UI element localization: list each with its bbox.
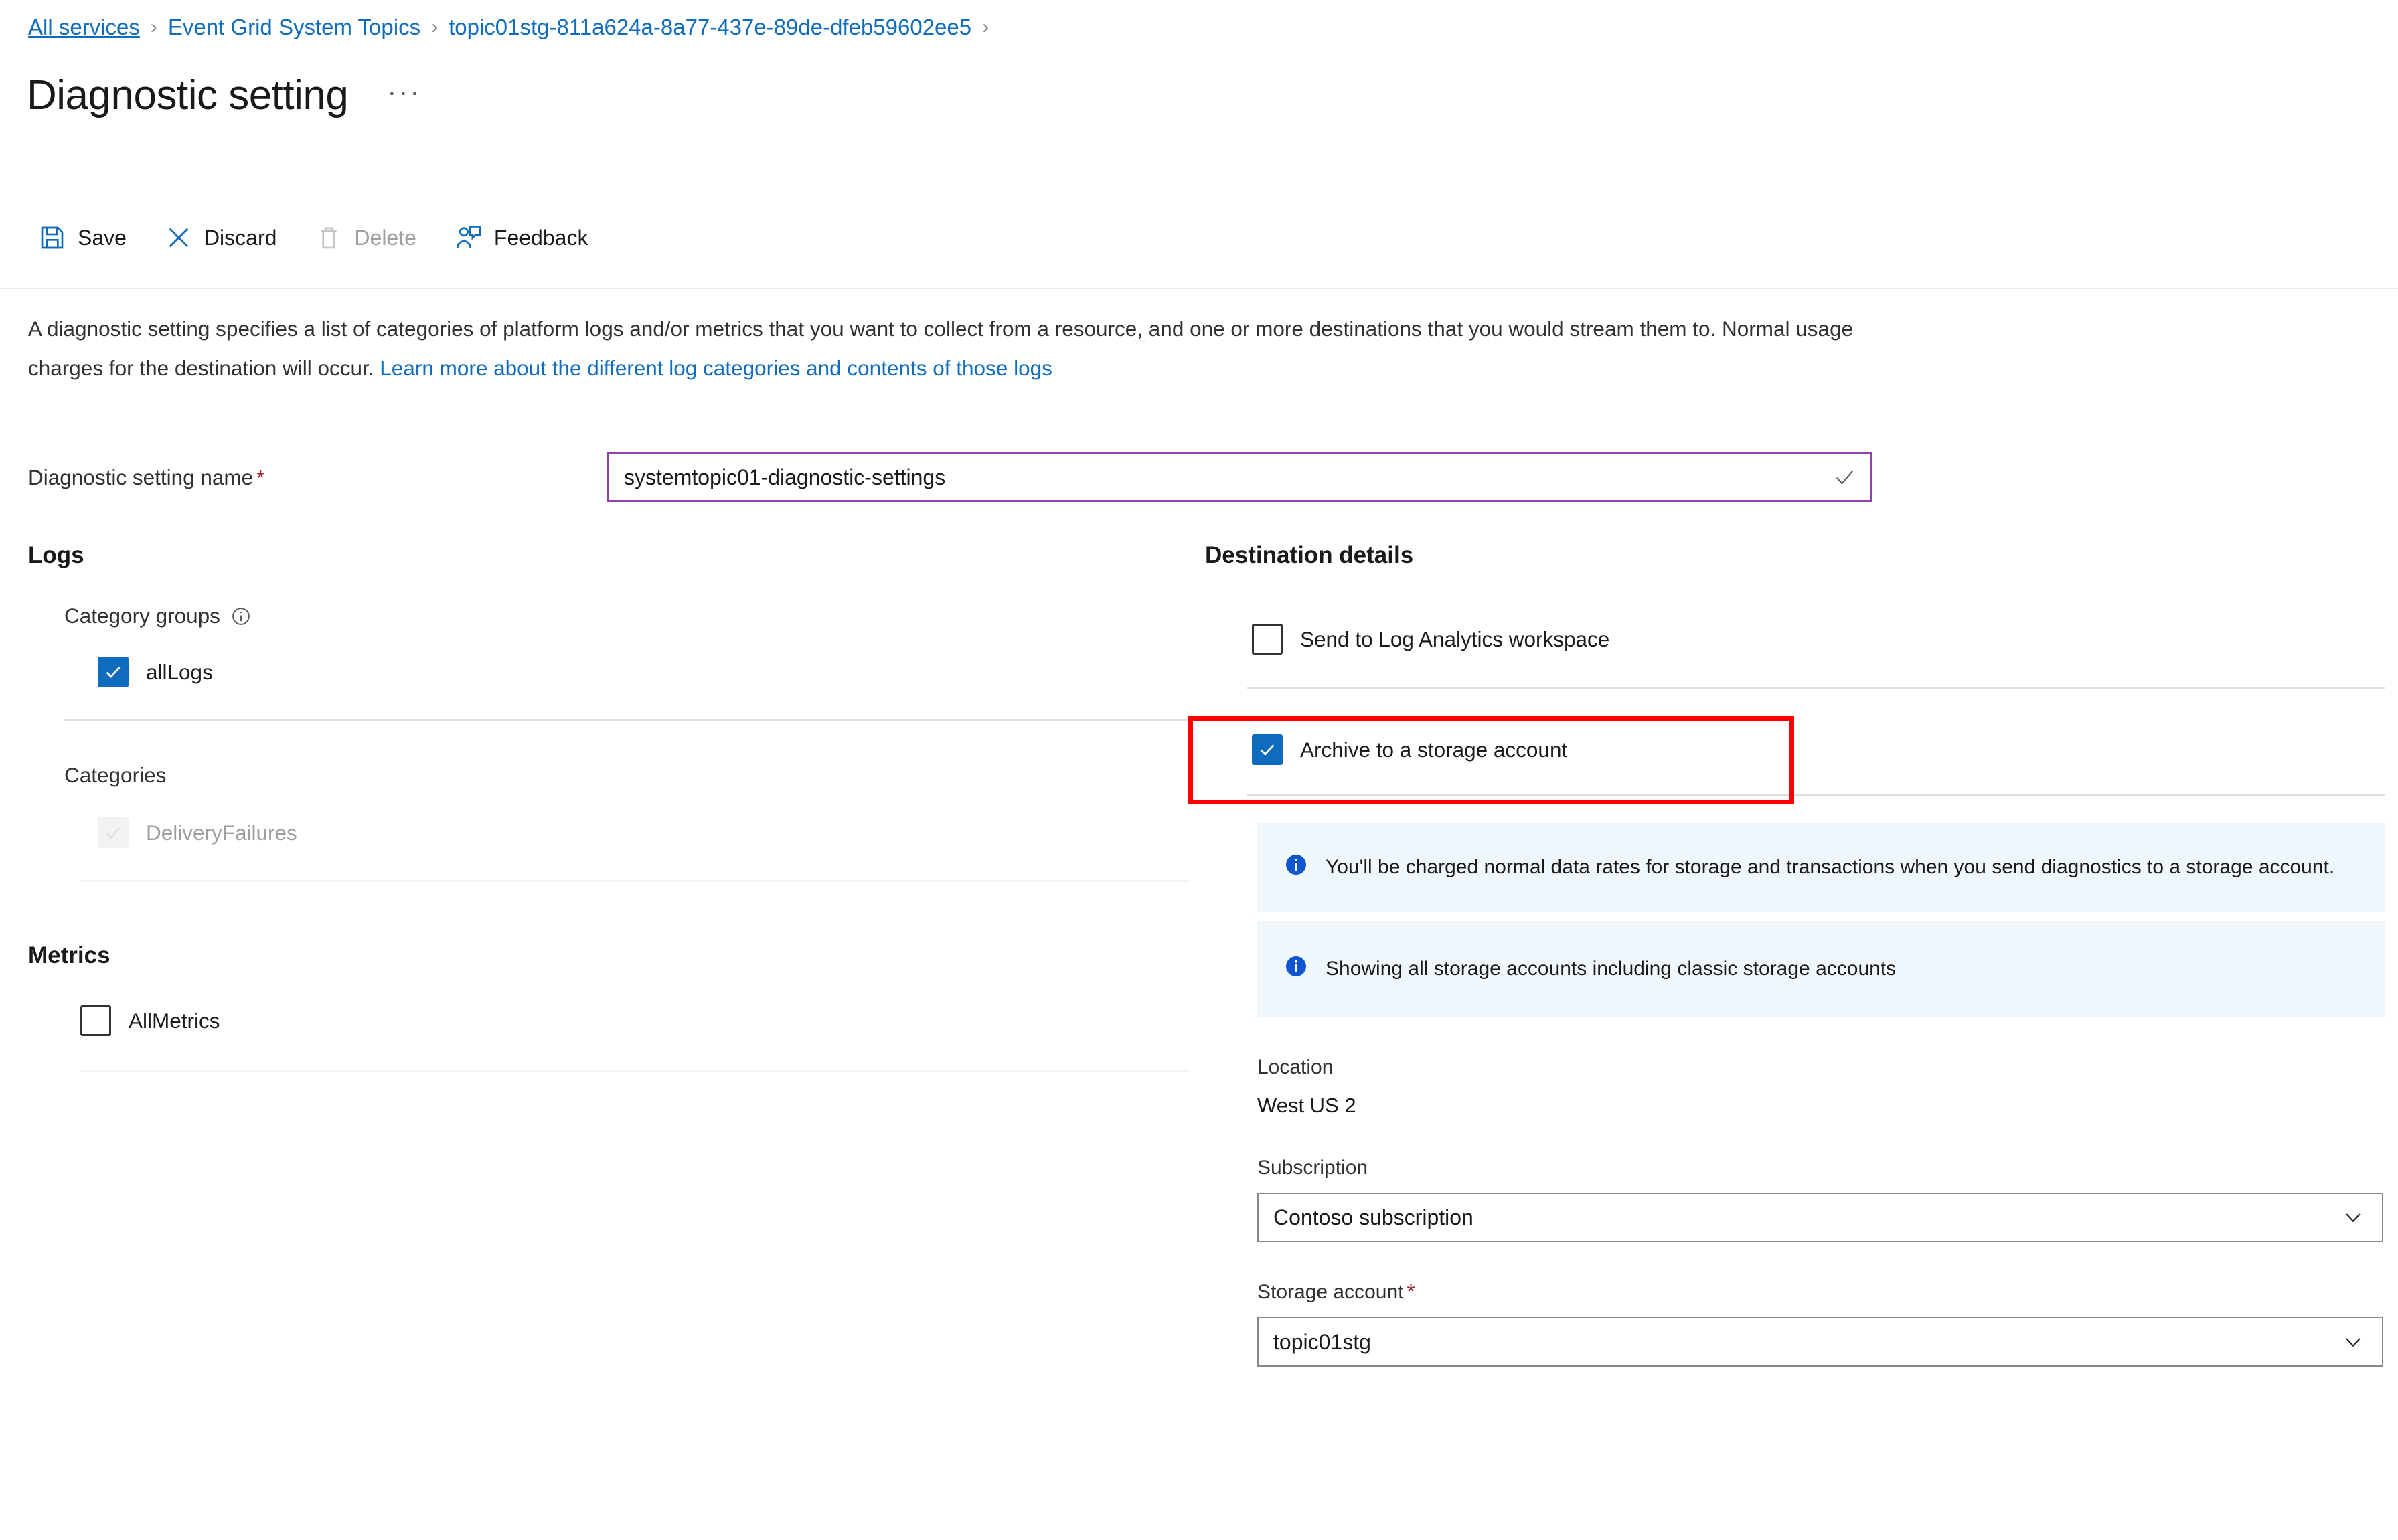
save-icon: [37, 223, 67, 252]
delete-button: Delete: [314, 223, 416, 252]
subscription-dropdown[interactable]: Contoso subscription: [1257, 1193, 2383, 1242]
location-label: Location: [1257, 1056, 1334, 1078]
divider: [1247, 687, 2385, 689]
categories-label-text: Categories: [64, 763, 167, 787]
breadcrumb-item-all-services[interactable]: All services: [28, 15, 140, 40]
required-marker: *: [256, 465, 265, 489]
close-icon: [164, 223, 193, 252]
command-bar-divider: [0, 288, 2398, 289]
divider: [80, 880, 1190, 882]
info-icon: [1284, 853, 1308, 877]
divider: [1247, 794, 2385, 796]
logs-section-title: Logs: [28, 542, 84, 568]
checkbox-allmetrics-box[interactable]: [80, 1005, 111, 1036]
checkbox-allmetrics[interactable]: AllMetrics: [80, 1005, 1200, 1036]
required-marker: *: [1407, 1280, 1415, 1303]
command-bar: Save Discard Delete Feedback: [37, 216, 625, 260]
info-banner-storage-rates: You'll be charged normal data rates for …: [1257, 823, 2385, 912]
breadcrumb-separator-icon: ›: [150, 16, 157, 38]
storage-account-dropdown-value: topic01stg: [1273, 1329, 1371, 1354]
info-icon: [1284, 954, 1308, 978]
checkbox-send-to-log-analytics-box[interactable]: [1252, 624, 1283, 655]
page-title-row: Diagnostic setting ···: [27, 75, 421, 116]
diagnostic-setting-name-input[interactable]: systemtopic01-diagnostic-settings: [607, 452, 1872, 502]
info-banner-storage-rates-text: You'll be charged normal data rates for …: [1326, 856, 2335, 878]
categories-label: Categories: [64, 763, 1200, 788]
valid-check-icon: [1833, 466, 1856, 489]
breadcrumb-separator-icon: ›: [982, 16, 989, 38]
chevron-down-icon: [2342, 1331, 2365, 1353]
checkbox-deliveryfailures-label: DeliveryFailures: [146, 820, 297, 845]
breadcrumb-item-event-grid-system-topics[interactable]: Event Grid System Topics: [168, 15, 420, 40]
category-groups-label: Category groups: [64, 604, 1200, 628]
checkbox-alllogs-box[interactable]: [98, 657, 129, 687]
info-banner-classic-accounts-text: Showing all storage accounts including c…: [1326, 958, 1897, 980]
page-title: Diagnostic setting: [27, 72, 349, 118]
learn-more-link[interactable]: Learn more about the different log categ…: [380, 356, 1052, 380]
logs-and-metrics-column: Logs Category groups allLogs Categories: [28, 542, 1200, 1072]
diagnostic-setting-name-value: systemtopic01-diagnostic-settings: [624, 464, 946, 489]
destination-details-column: Destination details Send to Log Analytic…: [1205, 542, 2385, 1367]
save-button[interactable]: Save: [37, 223, 127, 252]
destination-details-title: Destination details: [1205, 542, 1414, 568]
chevron-down-icon: [2342, 1206, 2365, 1229]
diagnostic-setting-name-label: Diagnostic setting name *: [28, 465, 607, 490]
diagnostic-setting-name-label-text: Diagnostic setting name: [28, 464, 254, 489]
feedback-person-icon: [454, 223, 483, 252]
checkbox-deliveryfailures: DeliveryFailures: [98, 817, 1200, 848]
storage-account-dropdown[interactable]: topic01stg: [1257, 1317, 2383, 1367]
discard-button[interactable]: Discard: [164, 223, 276, 252]
checkbox-alllogs[interactable]: allLogs: [98, 657, 1200, 687]
checkbox-archive-to-storage-account[interactable]: Archive to a storage account: [1252, 734, 2383, 765]
location-value: West US 2: [1257, 1094, 1356, 1117]
trash-icon: [314, 223, 343, 252]
checkbox-alllogs-label: allLogs: [146, 659, 213, 684]
info-icon[interactable]: [231, 606, 251, 626]
checkbox-archive-to-storage-account-label: Archive to a storage account: [1300, 737, 1568, 762]
subscription-label: Subscription: [1257, 1157, 1368, 1179]
category-groups-label-text: Category groups: [64, 604, 220, 628]
breadcrumb: All services › Event Grid System Topics …: [28, 15, 1000, 40]
feedback-button[interactable]: Feedback: [454, 223, 588, 252]
more-options-icon[interactable]: ···: [387, 78, 421, 106]
info-banner-classic-accounts: Showing all storage accounts including c…: [1257, 921, 2385, 1017]
metrics-section-title: Metrics: [28, 942, 110, 968]
subscription-dropdown-value: Contoso subscription: [1273, 1205, 1473, 1229]
checkbox-deliveryfailures-box: [98, 817, 129, 848]
page-description: A diagnostic setting specifies a list of…: [28, 309, 1896, 388]
diagnostic-setting-name-row: Diagnostic setting name * systemtopic01-d…: [28, 452, 1872, 502]
save-button-label: Save: [78, 225, 127, 250]
checkbox-allmetrics-label: AllMetrics: [129, 1008, 220, 1033]
checkbox-send-to-log-analytics[interactable]: Send to Log Analytics workspace: [1252, 624, 2383, 655]
storage-account-label: Storage account *: [1257, 1280, 2383, 1304]
checkbox-send-to-log-analytics-label: Send to Log Analytics workspace: [1300, 626, 1610, 651]
divider: [80, 1070, 1190, 1072]
divider: [64, 719, 1189, 721]
discard-button-label: Discard: [204, 225, 277, 250]
delete-button-label: Delete: [354, 225, 416, 250]
breadcrumb-separator-icon: ›: [431, 16, 438, 38]
feedback-button-label: Feedback: [493, 225, 588, 250]
checkbox-archive-to-storage-account-box[interactable]: [1252, 734, 1283, 765]
breadcrumb-item-topic[interactable]: topic01stg-811a624a-8a77-437e-89de-dfeb5…: [449, 15, 971, 40]
storage-account-label-text: Storage account: [1257, 1281, 1404, 1303]
